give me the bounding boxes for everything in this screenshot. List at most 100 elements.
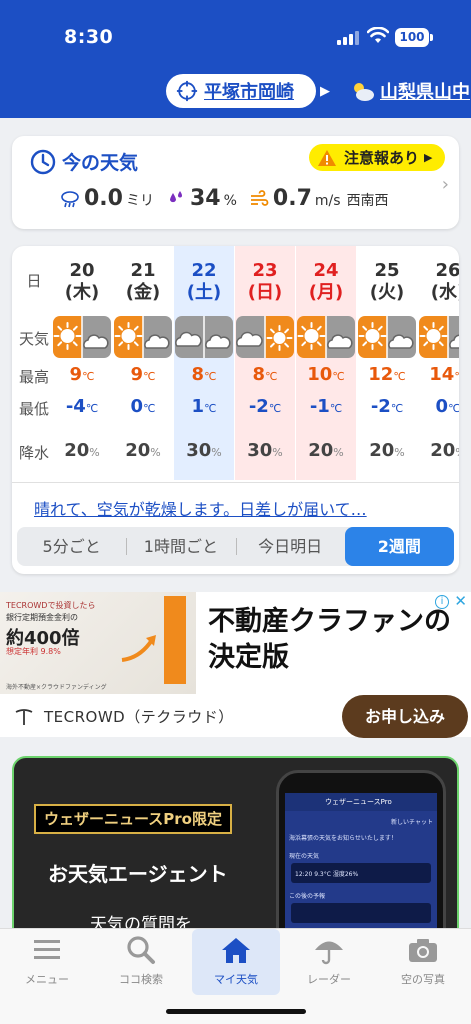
clock-icon	[30, 149, 56, 174]
max-temp-unit: ℃	[204, 370, 217, 383]
next-location-tab[interactable]: 山梨県山中	[350, 78, 470, 104]
row-label-weather: 天気	[18, 330, 49, 348]
ad-headline[interactable]: 不動産クラファンの決定版	[208, 604, 458, 676]
precip-unit: %	[89, 446, 100, 459]
max-temp-unit: ℃	[454, 370, 459, 383]
wind-stat: 0.7 m/s 西南西	[249, 186, 389, 211]
forecast-day-column[interactable]: 24 (月) 10℃ -1℃ 20%	[296, 246, 356, 480]
ad-close-icon[interactable]: ✕	[454, 592, 467, 610]
tecrowd-logo-icon	[15, 708, 33, 725]
ad-brand: TECROWD（テクラウド）	[14, 706, 234, 727]
min-temp-unit: ℃	[390, 402, 404, 415]
forecast-day-column[interactable]: 22 (土) 8℃ 1℃ 30%	[174, 246, 234, 480]
segment-today-tomorrow[interactable]: 今日明日	[235, 527, 345, 566]
max-temp-value: 12	[368, 364, 394, 385]
tab-menu[interactable]: メニュー	[0, 929, 94, 995]
forecast-min-temp: 1℃	[174, 396, 234, 417]
tab-sky-photos[interactable]: 空の写真	[376, 929, 470, 995]
forecast-day-column[interactable]: 25 (火) 12℃ -2℃ 20%	[357, 246, 417, 480]
rainfall-unit: ミリ	[125, 193, 154, 209]
phone-message: 海浜幕張の天気をお知らせいたします！	[289, 835, 397, 842]
wind-value: 0.7	[272, 186, 312, 211]
precip-unit: %	[272, 446, 283, 459]
tab-radar[interactable]: レーダー	[282, 929, 376, 995]
humidity-stat: 34 %	[166, 186, 237, 211]
phone-new-chat: 新しいチャット	[391, 819, 433, 826]
status-time: 8:30	[64, 26, 114, 48]
min-temp-value: 0	[130, 396, 144, 417]
max-temp-value: 10	[307, 364, 333, 385]
tab-my-weather[interactable]: マイ天気	[192, 929, 280, 995]
forecast-weekday: (金)	[125, 282, 161, 303]
chevron-right-icon: ›	[441, 174, 449, 195]
chevron-right-icon: ▶	[424, 151, 433, 164]
forecast-min-temp: -4℃	[52, 396, 112, 417]
wifi-icon	[367, 27, 389, 43]
precip-value: 20	[64, 440, 90, 461]
phone-later-box	[291, 903, 431, 923]
rainfall-value: 0.0	[84, 186, 123, 211]
phone-header: ウェザーニュースPro	[285, 793, 437, 811]
weather-sun-cloud-icon	[53, 316, 111, 358]
menu-icon	[34, 940, 60, 959]
precip-unit: %	[150, 446, 161, 459]
forecast-date-number: 22	[191, 260, 217, 281]
ad-info-icon[interactable]: i	[435, 595, 449, 609]
forecast-date-number: 21	[130, 260, 156, 281]
forecast-precip: 20%	[418, 440, 459, 461]
forecast-day-column[interactable]: 21 (金) 9℃ 0 ℃ 20%	[113, 246, 173, 480]
ad-image[interactable]: TECROWDで投資したら 銀行定期預金金利の 約400倍 想定年利 9.8% …	[0, 592, 196, 694]
forecast-comment-link[interactable]: 晴れて、空気が乾燥します。日差しが届いて…	[34, 496, 367, 520]
warning-icon	[318, 149, 336, 166]
forecast-max-temp: 9℃	[113, 364, 173, 385]
forecast-range-selector: 5分ごと 1時間ごと 今日明日 2週間	[17, 527, 454, 566]
segment-2weeks[interactable]: 2週間	[344, 527, 454, 566]
phone-later-label: この後の予報	[289, 893, 326, 900]
forecast-day-column[interactable]: 20 (木) 9℃ -4℃ 20%	[52, 246, 112, 480]
min-temp-unit: ℃	[448, 402, 459, 415]
humidity-unit: %	[223, 193, 237, 209]
segment-hourly[interactable]: 1時間ごと	[126, 527, 235, 566]
current-stats: 0.0 ミリ 34 % 0.7 m/s 西南西	[60, 186, 401, 211]
forecast-date: 24 (月)	[296, 260, 356, 304]
precip-unit: %	[333, 446, 344, 459]
camera-icon	[409, 939, 437, 962]
forecast-min-temp: -2℃	[235, 396, 295, 417]
current-location-tab[interactable]: 平塚市岡崎	[166, 74, 316, 108]
ad-apply-button[interactable]: お申し込み	[342, 695, 468, 738]
segment-5min[interactable]: 5分ごと	[17, 527, 126, 566]
forecast-day-column[interactable]: 26(水)14℃0℃20%	[418, 246, 459, 480]
forecast-date: 26(水)	[418, 260, 459, 304]
cellular-signal-icon	[337, 31, 359, 45]
min-temp-value: 1	[191, 396, 205, 417]
phone-now-box: 12:20 9.3°C 湿度26%	[291, 863, 431, 883]
row-label-max: 最高	[18, 368, 49, 386]
forecast-max-temp: 8℃	[174, 364, 234, 385]
max-temp-unit: ℃	[265, 370, 278, 383]
forecast-precip: 20%	[357, 440, 417, 461]
precip-value: 30	[247, 440, 273, 461]
tab-search[interactable]: ココ検索	[94, 929, 188, 995]
weather-sun-cloud-icon	[114, 316, 172, 358]
search-icon	[127, 936, 155, 964]
next-location-label: 山梨県山中	[380, 82, 470, 103]
forecast-day-column[interactable]: 23 (日) 8℃ -2℃ 30%	[235, 246, 295, 480]
weather-cloud-sun-icon	[236, 316, 294, 358]
weather-cloud-cloud-icon	[175, 316, 233, 358]
min-temp-value: -2	[248, 396, 269, 417]
wind-unit: m/s	[314, 193, 341, 209]
max-temp-value: 8	[252, 364, 266, 385]
forecast-precip: 20%	[113, 440, 173, 461]
pro-promo-banner[interactable]: ウェザーニュースPro限定 お天気エージェント 天気の質問を ウェザーニュースP…	[12, 756, 459, 946]
weather-alert-button[interactable]: 注意報あり ▶	[309, 144, 445, 171]
forecast-date: 25 (火)	[357, 260, 417, 304]
current-weather-card[interactable]: 今の天気 注意報あり ▶ 0.0 ミリ 34 % 0.7 m/s 西南西 ›	[12, 136, 459, 229]
forecast-precip: 30%	[174, 440, 234, 461]
precip-value: 30	[186, 440, 212, 461]
phone-now-label: 現在の天気	[289, 853, 320, 860]
max-temp-unit: ℃	[143, 370, 156, 383]
min-temp-unit: ℃	[85, 402, 99, 415]
forecast-weekday: (土)	[186, 282, 222, 303]
forecast-min-temp: 0℃	[418, 396, 459, 417]
row-label-day: 日	[26, 272, 42, 290]
